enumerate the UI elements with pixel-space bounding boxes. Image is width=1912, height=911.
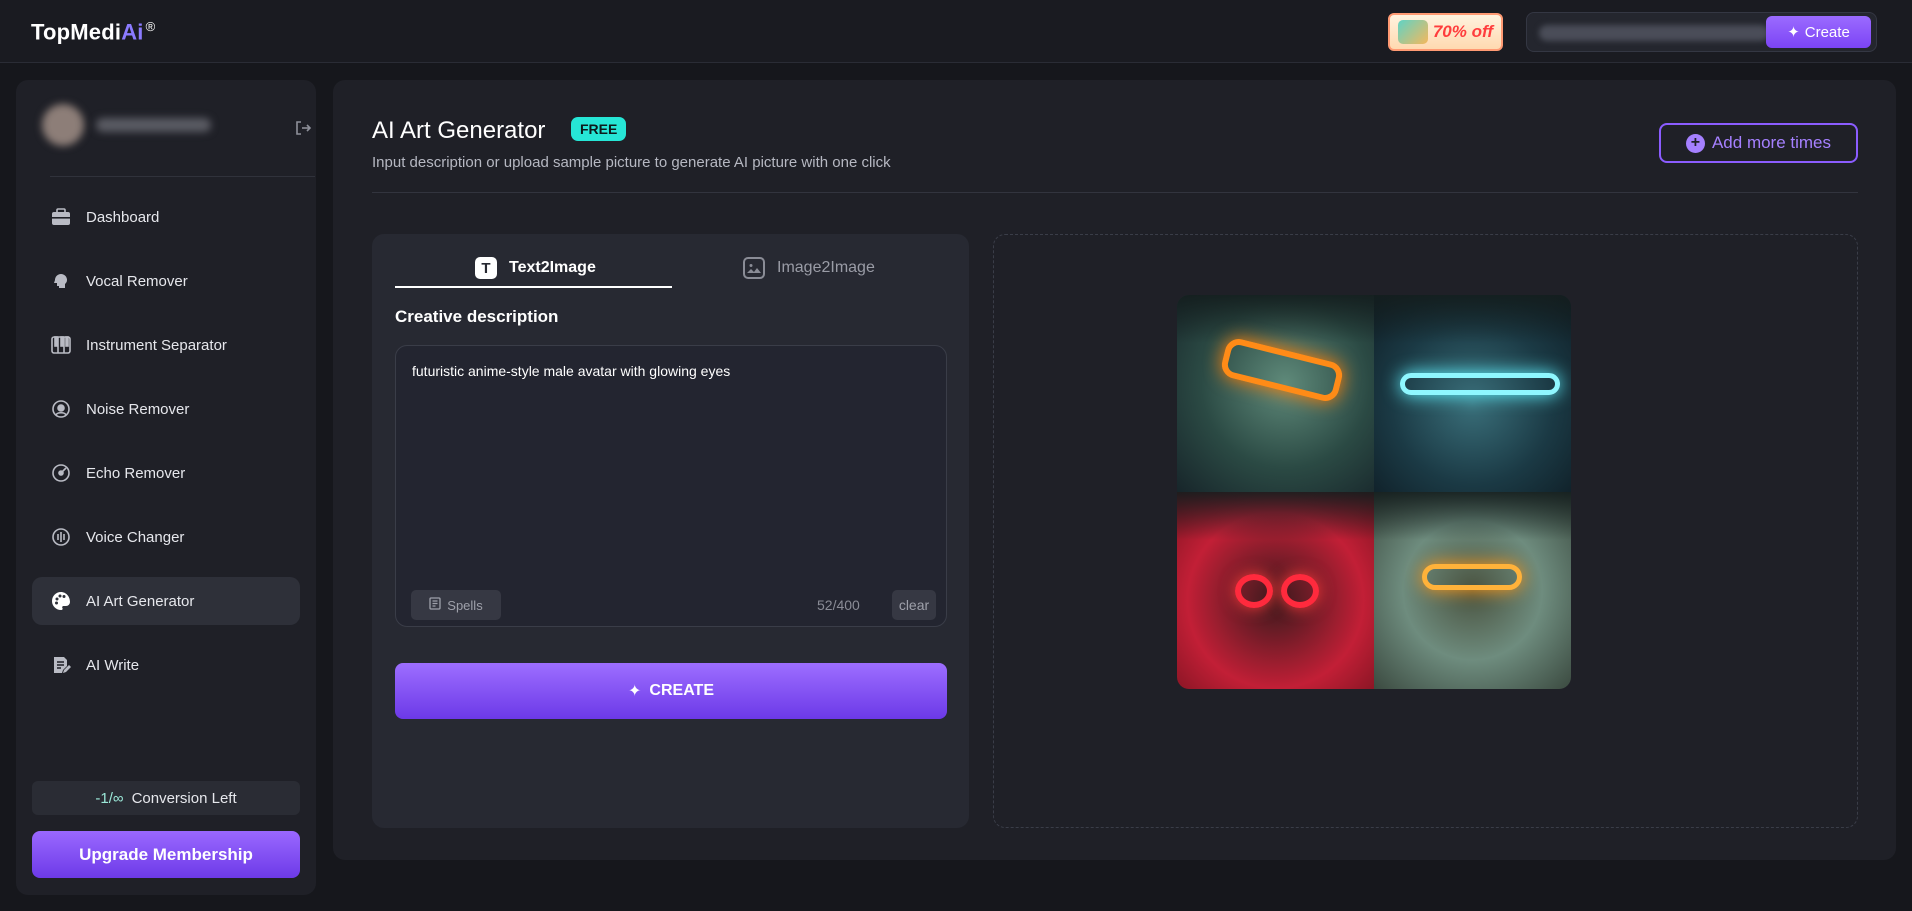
- page-subtitle: Input description or upload sample pictu…: [372, 154, 891, 171]
- clear-button[interactable]: clear: [892, 590, 936, 620]
- sidebar-item-label: Echo Remover: [86, 464, 186, 482]
- add-more-times-button[interactable]: + Add more times: [1659, 123, 1858, 163]
- generated-image-3[interactable]: [1177, 492, 1374, 689]
- tab-label: Text2Image: [509, 259, 596, 276]
- preview-area: [993, 234, 1858, 828]
- glowing-goggle-right: [1281, 574, 1319, 608]
- character-count: 52/400: [817, 597, 860, 613]
- glowing-glasses-orange: [1218, 336, 1346, 404]
- spells-label: Spells: [447, 597, 483, 613]
- top-bar: TopMediAi ® 70% off ✦ Create: [0, 0, 1912, 63]
- sidebar-item-label: Dashboard: [86, 208, 160, 226]
- sidebar-item-dashboard[interactable]: Dashboard: [32, 193, 300, 241]
- conversion-left: -1/∞ Conversion Left: [32, 781, 300, 815]
- title-divider: [372, 192, 1858, 193]
- sidebar-item-ai-art-generator[interactable]: AI Art Generator: [32, 577, 300, 625]
- sidebar-item-voice-changer[interactable]: Voice Changer: [32, 513, 300, 561]
- text-t-icon: T: [475, 257, 497, 279]
- sidebar-item-ai-write[interactable]: AI Write: [32, 641, 300, 689]
- noise-icon: [50, 398, 72, 420]
- conversion-count: -1/∞: [95, 789, 124, 807]
- header-create-button[interactable]: ✦ Create: [1766, 16, 1871, 48]
- logo-ai: Ai: [121, 19, 144, 45]
- tab-text2image[interactable]: T Text2Image: [475, 248, 596, 288]
- logo-text: TopMedi: [31, 19, 122, 45]
- blurred-placeholder: [1539, 25, 1769, 41]
- generated-image-4[interactable]: [1374, 492, 1571, 689]
- create-button[interactable]: ✦ CREATE: [395, 663, 947, 719]
- creative-description-label: Creative description: [395, 307, 559, 326]
- conversion-label: Conversion Left: [131, 789, 237, 807]
- tab-image2image[interactable]: Image2Image: [743, 248, 875, 288]
- palette-icon: [50, 590, 72, 612]
- create-label: CREATE: [649, 682, 714, 699]
- header-create-label: Create: [1804, 23, 1850, 41]
- logo[interactable]: TopMediAi ®: [31, 19, 155, 45]
- main-content: AI Art Generator FREE Input description …: [333, 80, 1896, 860]
- echo-icon: [50, 462, 72, 484]
- promo-label: 70% off: [1432, 22, 1493, 41]
- sidebar-item-label: AI Write: [86, 656, 140, 674]
- logo-registered: ®: [145, 19, 156, 34]
- tab-label: Image2Image: [777, 259, 875, 276]
- book-icon: [429, 597, 441, 613]
- generated-image-1[interactable]: [1177, 295, 1374, 492]
- glowing-visor-amber: [1422, 564, 1522, 590]
- logout-icon[interactable]: [294, 119, 312, 137]
- mode-tabs: T Text2Image Image2Image: [395, 248, 947, 288]
- spells-button[interactable]: Spells: [411, 590, 501, 620]
- sidebar-item-label: Instrument Separator: [86, 336, 227, 354]
- page-title: AI Art Generator: [372, 117, 546, 144]
- prompt-text[interactable]: futuristic anime-style male avatar with …: [412, 363, 730, 379]
- upgrade-membership-button[interactable]: Upgrade Membership: [32, 831, 300, 878]
- glowing-visor-cyan: [1400, 373, 1560, 395]
- promo-badge[interactable]: 70% off: [1388, 13, 1503, 51]
- piano-icon: [50, 334, 72, 356]
- active-tab-indicator: [395, 286, 672, 288]
- generated-image-2[interactable]: [1374, 295, 1571, 492]
- sidebar-item-vocal-remover[interactable]: Vocal Remover: [32, 257, 300, 305]
- sidebar-nav: Dashboard Vocal Remover Instrument Separ…: [32, 193, 300, 705]
- input-panel: T Text2Image Image2Image Creative descri…: [372, 234, 969, 828]
- glowing-goggle-left: [1235, 574, 1273, 608]
- generated-image-grid[interactable]: [1177, 295, 1571, 689]
- voice-changer-icon: [50, 526, 72, 548]
- write-icon: [50, 654, 72, 676]
- briefcase-icon: [50, 206, 72, 228]
- sidebar-item-label: Noise Remover: [86, 400, 190, 418]
- sidebar: Dashboard Vocal Remover Instrument Separ…: [16, 80, 316, 895]
- sparkle-icon: ✦: [1787, 24, 1800, 41]
- username-blurred: [96, 118, 211, 132]
- sidebar-item-noise-remover[interactable]: Noise Remover: [32, 385, 300, 433]
- prompt-textarea[interactable]: futuristic anime-style male avatar with …: [395, 345, 947, 627]
- sidebar-item-echo-remover[interactable]: Echo Remover: [32, 449, 300, 497]
- sidebar-divider: [50, 176, 315, 177]
- image-icon: [743, 257, 765, 279]
- header-prompt-bar[interactable]: ✦ Create: [1526, 12, 1877, 52]
- user-profile[interactable]: [30, 98, 312, 154]
- sidebar-item-label: Vocal Remover: [86, 272, 188, 290]
- avatar[interactable]: [42, 104, 84, 146]
- head-voice-icon: [50, 270, 72, 292]
- sidebar-item-instrument-separator[interactable]: Instrument Separator: [32, 321, 300, 369]
- sparkle-icon: ✦: [628, 683, 642, 700]
- plus-circle-icon: +: [1685, 133, 1705, 153]
- free-badge: FREE: [571, 117, 627, 141]
- sidebar-item-label: Voice Changer: [86, 528, 185, 546]
- sidebar-item-label: AI Art Generator: [86, 592, 195, 610]
- gift-icon: [1398, 20, 1428, 44]
- add-more-label: Add more times: [1711, 133, 1832, 152]
